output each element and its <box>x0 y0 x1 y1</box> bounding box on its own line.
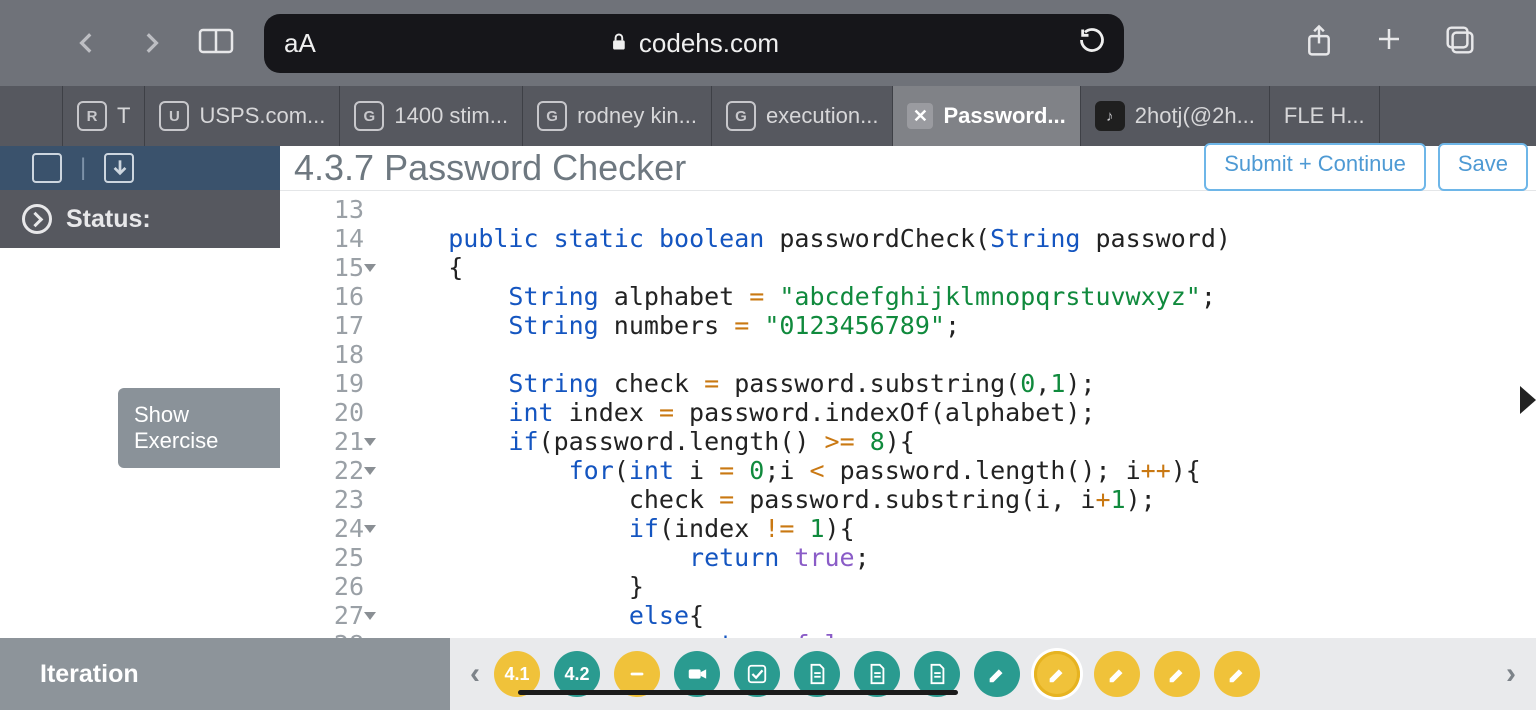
progress-dot[interactable] <box>1214 651 1260 697</box>
progress-underline <box>518 690 958 695</box>
code-area[interactable]: public static boolean passwordCheck(Stri… <box>380 191 1536 710</box>
left-sidebar: | Status: Show Exercise <box>0 146 280 710</box>
progress-next[interactable]: › <box>1506 657 1516 691</box>
progress-dot[interactable] <box>1154 651 1200 697</box>
refresh-button[interactable] <box>1078 26 1106 61</box>
download-icon[interactable] <box>104 153 134 183</box>
section-label: Iteration <box>0 638 450 710</box>
expand-right-icon[interactable] <box>1520 386 1536 414</box>
app-toolbar: | <box>0 146 280 190</box>
browser-tab[interactable]: ♪2hotj(@2h... <box>1081 86 1270 146</box>
browser-tab[interactable]: Gexecution... <box>712 86 894 146</box>
progress-track: ‹ 4.14.2 › <box>450 651 1536 697</box>
browser-tab[interactable]: RT <box>63 86 145 146</box>
submit-continue-button[interactable]: Submit + Continue <box>1204 143 1426 191</box>
bottom-bar: Iteration ‹ 4.14.2 › <box>0 638 1536 710</box>
browser-tab[interactable]: UUSPS.com... <box>145 86 340 146</box>
progress-dot[interactable] <box>1034 651 1080 697</box>
progress-dot[interactable] <box>974 651 1020 697</box>
bookmarks-icon[interactable] <box>198 25 234 62</box>
status-label: Status: <box>66 205 151 234</box>
file-icon[interactable] <box>32 153 62 183</box>
address-bar[interactable]: aA codehs.com <box>264 14 1124 73</box>
lock-icon <box>609 28 629 59</box>
back-button[interactable] <box>70 26 104 60</box>
url-domain: codehs.com <box>639 28 779 59</box>
browser-tab[interactable]: ✕Password... <box>893 86 1080 146</box>
line-gutter: 13141516171819202122232425262728 <box>280 191 380 710</box>
close-icon[interactable]: ✕ <box>907 103 933 129</box>
browser-tab[interactable]: G1400 stim... <box>340 86 523 146</box>
browser-tab[interactable]: FLE H... <box>1270 86 1380 146</box>
share-button[interactable] <box>1304 24 1334 63</box>
new-tab-button[interactable] <box>1374 24 1404 63</box>
status-chevron-icon <box>22 204 52 234</box>
progress-dot[interactable] <box>1094 651 1140 697</box>
progress-prev[interactable]: ‹ <box>470 657 480 691</box>
forward-button[interactable] <box>134 26 168 60</box>
tabs-button[interactable] <box>1444 24 1476 63</box>
browser-toolbar: aA codehs.com <box>0 0 1536 86</box>
status-row[interactable]: Status: <box>0 190 280 248</box>
browser-tab[interactable] <box>34 86 63 146</box>
exercise-title: 4.3.7 Password Checker <box>294 147 686 189</box>
browser-tab[interactable]: Grodney kin... <box>523 86 712 146</box>
save-button[interactable]: Save <box>1438 143 1528 191</box>
tab-strip: RTUUSPS.com...G1400 stim...Grodney kin..… <box>0 86 1536 146</box>
text-size-button[interactable]: aA <box>284 28 316 59</box>
code-editor[interactable]: 13141516171819202122232425262728 public … <box>280 190 1536 710</box>
editor-panel: 4.3.7 Password Checker Submit + Continue… <box>280 146 1536 710</box>
show-exercise-button[interactable]: Show Exercise <box>118 388 280 468</box>
